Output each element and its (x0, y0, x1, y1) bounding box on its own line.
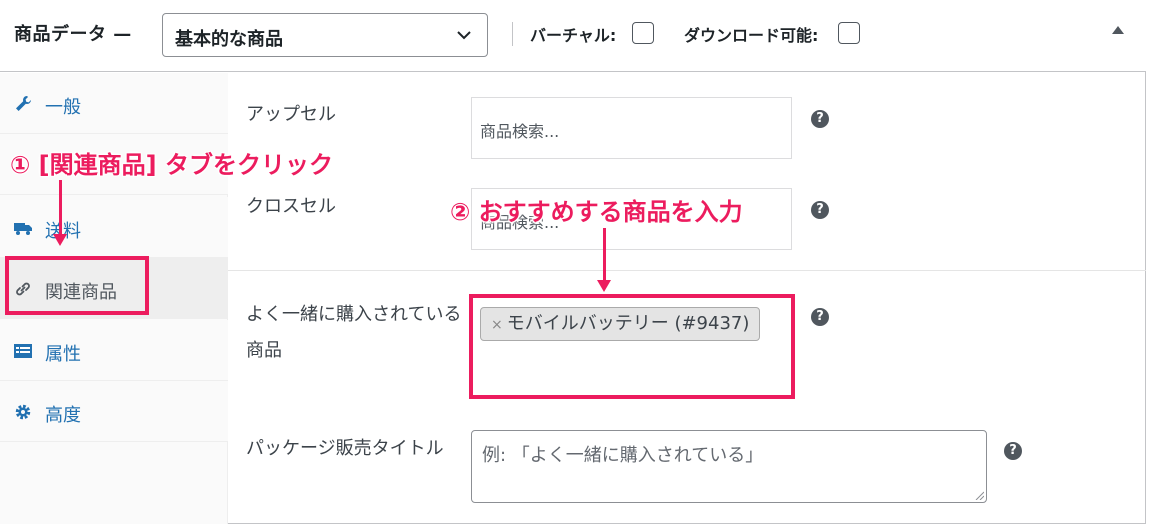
bundle-title-label: パッケージ販売タイトル (246, 438, 444, 459)
tab-general-label: 一般 (45, 97, 81, 118)
upsell-label: アップセル (246, 104, 336, 125)
product-type-value: 基本的な商品 (175, 29, 283, 50)
resize-grip-icon[interactable] (974, 490, 984, 500)
panel-header: 商品データ — 基本的な商品 バーチャル: ダウンロード可能: (0, 0, 1146, 72)
tab-attributes-label: 属性 (45, 344, 81, 365)
gear-icon (15, 404, 31, 420)
virtual-label: バーチャル: (530, 26, 617, 45)
upsell-help-icon[interactable]: ? (811, 110, 829, 128)
product-type-select[interactable]: 基本的な商品 (162, 13, 488, 57)
virtual-checkbox[interactable] (632, 22, 654, 44)
collapse-toggle-icon[interactable] (1112, 26, 1124, 34)
tab-advanced-label: 高度 (45, 405, 81, 426)
upsell-search-input[interactable]: 商品検索... (471, 97, 792, 159)
tab-shipping[interactable]: 送料 (0, 197, 228, 258)
bought-together-help-icon[interactable]: ? (811, 308, 829, 326)
list-icon (14, 344, 32, 358)
section-divider (228, 270, 1146, 271)
annotation-highlight-input (469, 294, 795, 399)
chevron-down-icon (457, 31, 471, 40)
truck-icon (14, 223, 32, 235)
annotation-step2: ② おすすめする商品を入力 (450, 198, 743, 226)
downloadable-label: ダウンロード可能: (684, 26, 819, 45)
bought-together-label: よく一緒に購入されている (246, 304, 462, 325)
product-data-panel: 商品データ — 基本的な商品 バーチャル: ダウンロード可能: 一般 送料 関連… (0, 0, 1146, 524)
bundle-title-placeholder: 例: 「よく一緒に購入されている」 (482, 445, 764, 466)
upsell-placeholder: 商品検索... (480, 122, 560, 141)
bundle-title-textarea[interactable]: 例: 「よく一緒に購入されている」 (471, 430, 987, 503)
downloadable-checkbox[interactable] (838, 22, 860, 44)
annotation-step1: ① [関連商品] タブをクリック (10, 151, 333, 179)
crosssell-help-icon[interactable]: ? (811, 201, 829, 219)
tab-general[interactable]: 一般 (0, 73, 228, 134)
annotation-arrow-1 (53, 180, 67, 246)
annotation-highlight-tab (5, 256, 149, 315)
annotation-arrow-2 (597, 228, 611, 292)
bundle-title-help-icon[interactable]: ? (1004, 442, 1022, 460)
crosssell-label: クロスセル (246, 196, 336, 217)
tab-advanced[interactable]: 高度 (0, 381, 228, 442)
wrench-icon (16, 96, 31, 111)
bought-together-label-line2: 商品 (246, 340, 282, 361)
header-divider (512, 22, 513, 46)
panel-title: 商品データ — (14, 24, 132, 45)
tab-attributes[interactable]: 属性 (0, 320, 228, 381)
